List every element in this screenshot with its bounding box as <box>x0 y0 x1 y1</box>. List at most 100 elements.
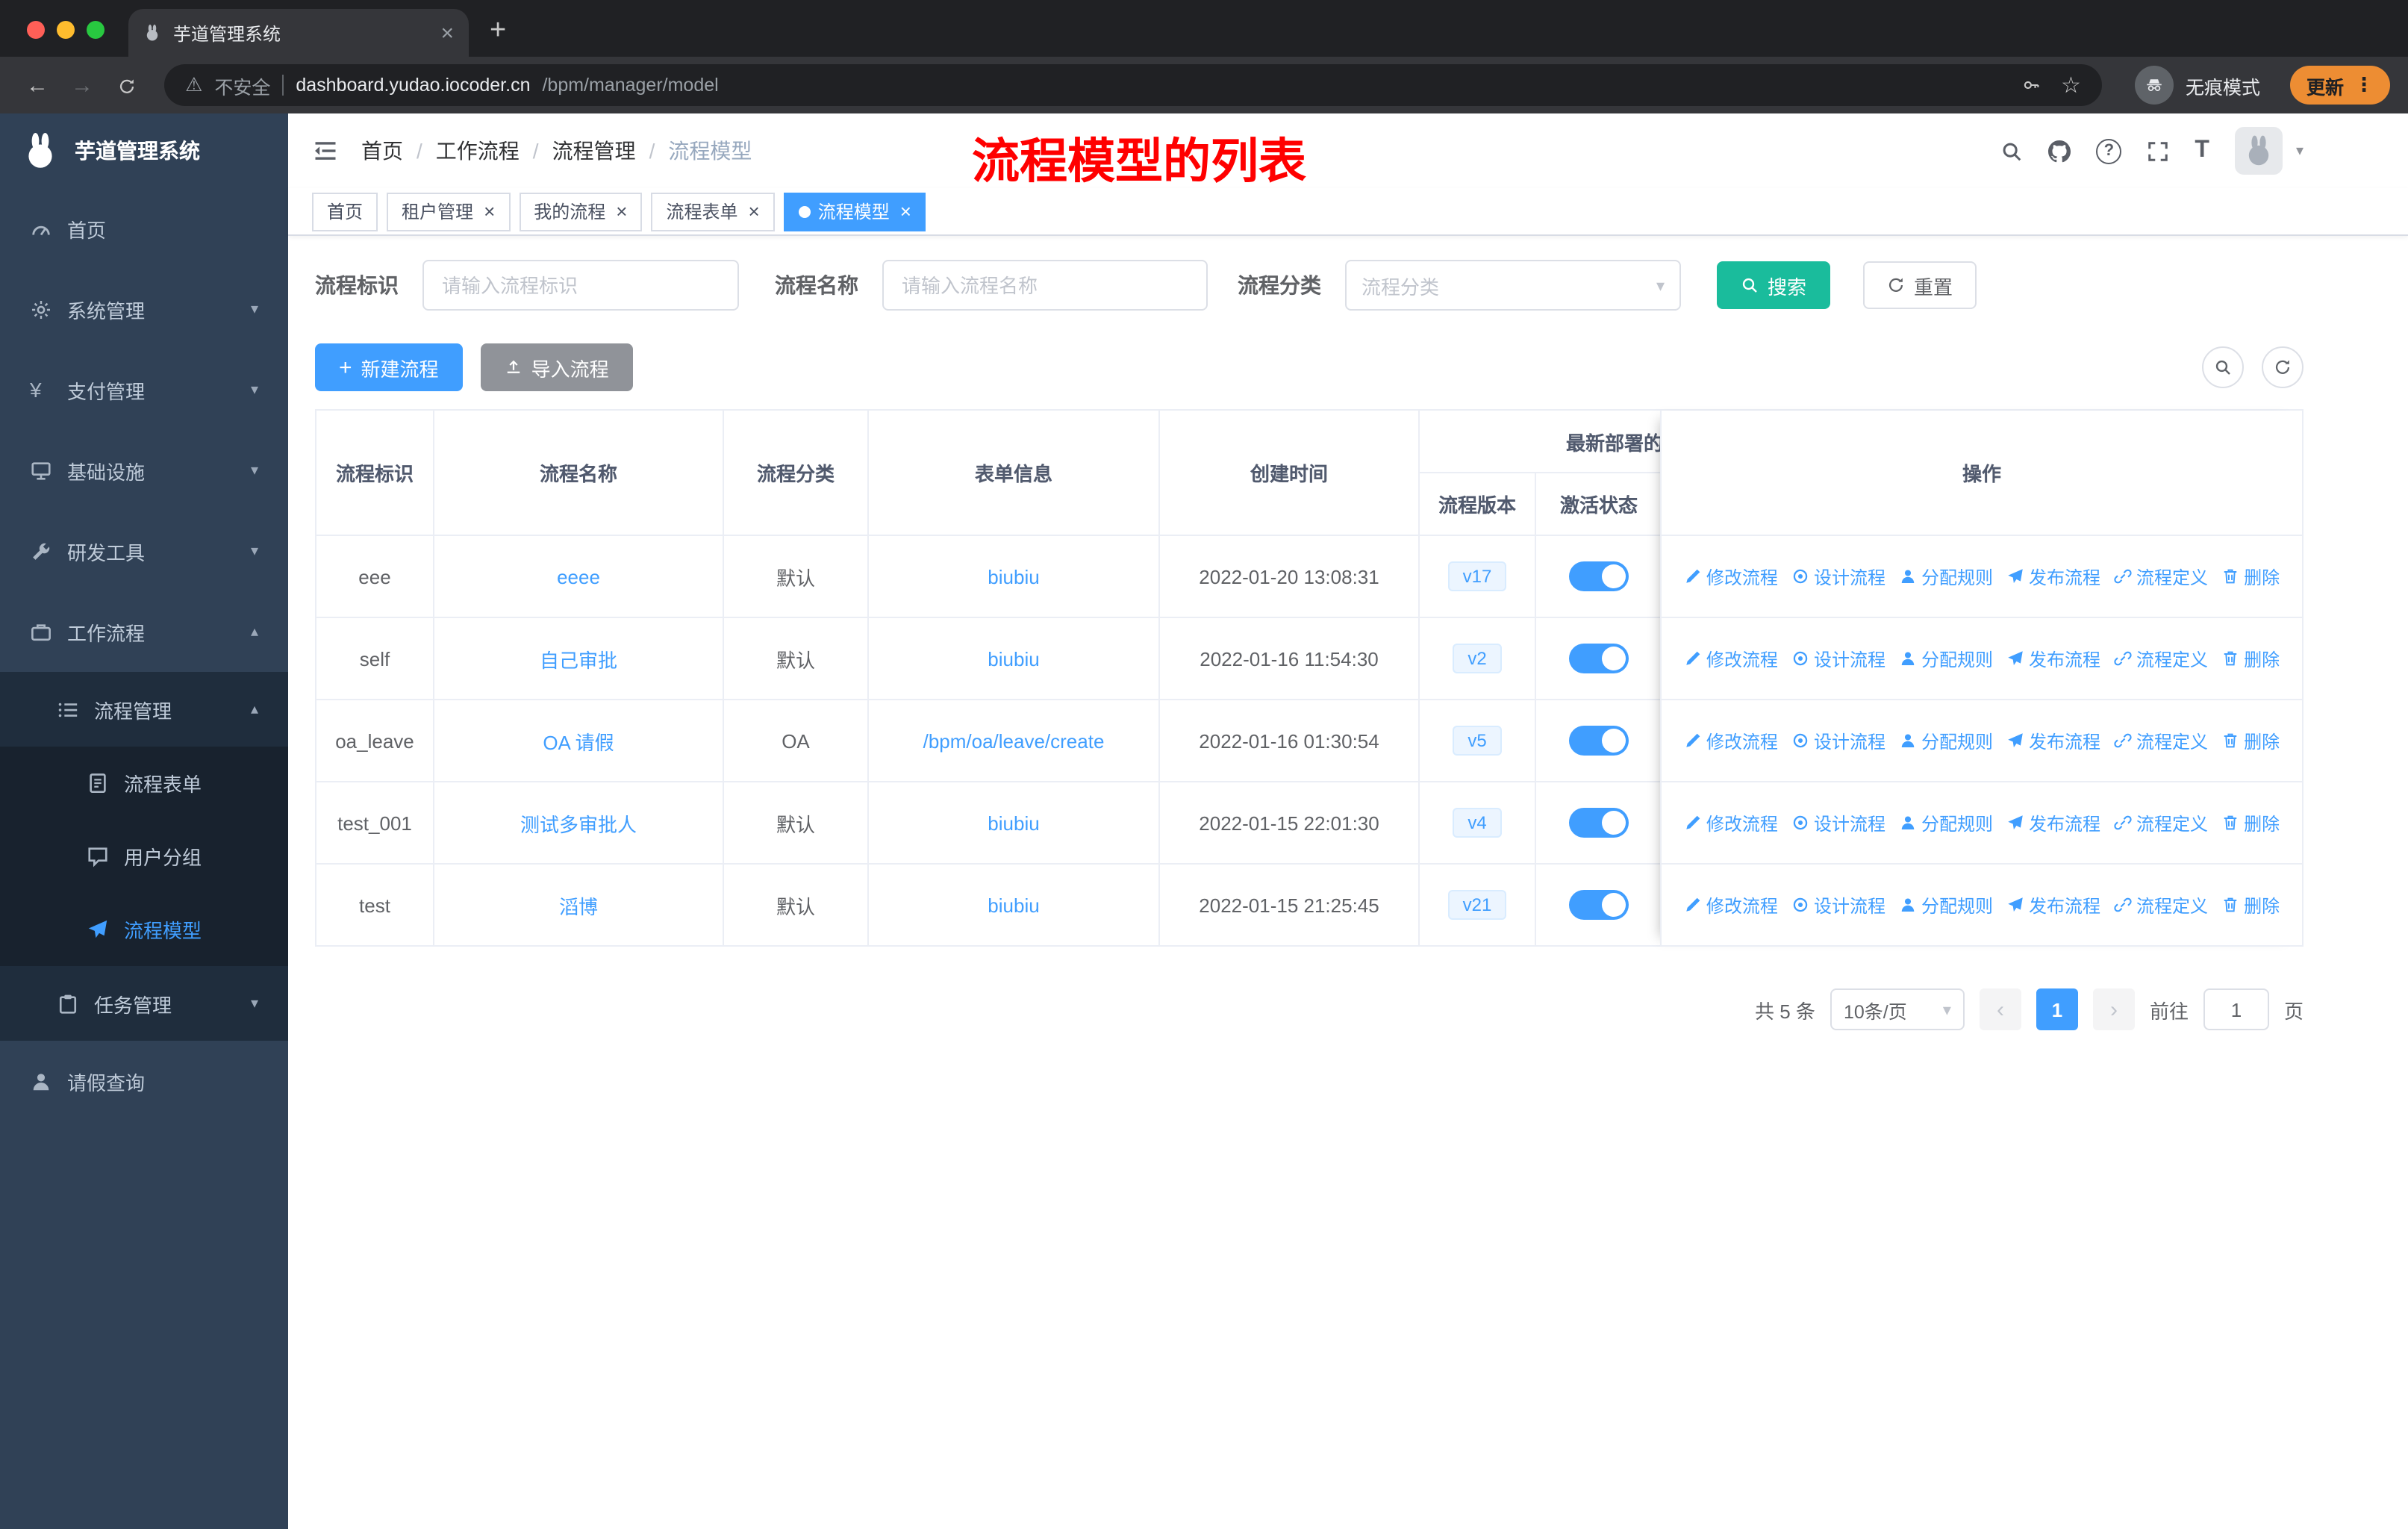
process-definition-action[interactable]: 流程定义 <box>2114 728 2208 753</box>
sidebar-logo[interactable]: 芋道管理系统 <box>0 113 288 188</box>
form-info-link[interactable]: /bpm/oa/leave/create <box>923 729 1105 752</box>
fullscreen-icon[interactable] <box>2147 140 2169 162</box>
security-label[interactable]: 不安全 <box>214 71 270 99</box>
reset-button[interactable]: 重置 <box>1863 261 1977 309</box>
modify-process-action[interactable]: 修改流程 <box>1684 892 1778 918</box>
tab-close-icon[interactable]: × <box>440 22 454 44</box>
assign-rule-action[interactable]: 分配规则 <box>1899 646 1993 671</box>
sidebar-item-payment[interactable]: ¥ 支付管理 ▾ <box>0 349 288 430</box>
prev-page-button[interactable]: ‹ <box>1979 988 2021 1030</box>
breadcrumb-process-mgmt[interactable]: 流程管理 <box>552 136 636 166</box>
publish-process-action[interactable]: 发布流程 <box>2006 728 2100 753</box>
sidebar-item-infra[interactable]: 基础设施 ▾ <box>0 430 288 511</box>
sidebar-fold-icon[interactable] <box>312 137 339 164</box>
close-icon[interactable]: × <box>900 202 911 221</box>
design-process-action[interactable]: 设计流程 <box>1791 810 1885 835</box>
refresh-table-button[interactable] <box>2262 346 2303 388</box>
reload-button[interactable] <box>107 74 146 96</box>
page-size-select[interactable]: 10条/页 ▾ <box>1830 988 1965 1030</box>
process-name-link[interactable]: 测试多审批人 <box>520 809 637 837</box>
tag-home[interactable]: 首页 <box>312 192 378 231</box>
design-process-action[interactable]: 设计流程 <box>1791 892 1885 918</box>
address-bar-input[interactable]: ⚠ 不安全 dashboard.yudao.iocoder.cn /bpm/ma… <box>164 64 2102 106</box>
active-toggle[interactable] <box>1569 561 1629 591</box>
form-info-link[interactable]: biubiu <box>988 647 1039 670</box>
process-definition-action[interactable]: 流程定义 <box>2114 810 2208 835</box>
sidebar-item-leave-query[interactable]: 请假查询 <box>0 1041 288 1121</box>
avatar[interactable] <box>2234 127 2283 175</box>
process-name-input[interactable] <box>882 260 1208 311</box>
active-toggle[interactable] <box>1569 890 1629 920</box>
page-number-1[interactable]: 1 <box>2036 988 2078 1030</box>
delete-action[interactable]: 删除 <box>2221 810 2280 835</box>
delete-action[interactable]: 删除 <box>2221 892 2280 918</box>
form-info-link[interactable]: biubiu <box>988 565 1039 588</box>
process-definition-action[interactable]: 流程定义 <box>2114 564 2208 589</box>
goto-page-input[interactable] <box>2203 988 2269 1030</box>
active-toggle[interactable] <box>1569 808 1629 838</box>
active-toggle[interactable] <box>1569 644 1629 673</box>
close-icon[interactable]: × <box>484 202 495 221</box>
tag-my-process[interactable]: 我的流程 × <box>519 192 643 231</box>
help-icon[interactable]: ? <box>2096 138 2122 164</box>
publish-process-action[interactable]: 发布流程 <box>2006 892 2100 918</box>
avatar-caret-icon[interactable]: ▾ <box>2296 143 2303 159</box>
sidebar-item-workflow[interactable]: 工作流程 ▴ <box>0 591 288 672</box>
close-icon[interactable]: × <box>616 202 627 221</box>
modify-process-action[interactable]: 修改流程 <box>1684 646 1778 671</box>
delete-action[interactable]: 删除 <box>2221 646 2280 671</box>
modify-process-action[interactable]: 修改流程 <box>1684 564 1778 589</box>
sidebar-item-system[interactable]: 系统管理 ▾ <box>0 269 288 349</box>
breadcrumb-workflow[interactable]: 工作流程 <box>436 136 520 166</box>
tag-process-form[interactable]: 流程表单 × <box>651 192 775 231</box>
process-id-input[interactable] <box>422 260 739 311</box>
process-name-link[interactable]: OA 请假 <box>543 726 614 755</box>
assign-rule-action[interactable]: 分配规则 <box>1899 728 1993 753</box>
assign-rule-action[interactable]: 分配规则 <box>1899 810 1993 835</box>
github-icon[interactable] <box>2048 140 2071 162</box>
category-select[interactable]: 流程分类 ▾ <box>1345 260 1681 311</box>
new-tab-button[interactable]: + <box>490 16 506 45</box>
close-icon[interactable]: × <box>749 202 760 221</box>
window-minimize-button[interactable] <box>57 21 75 39</box>
bookmark-star-icon[interactable]: ☆ <box>2061 72 2081 99</box>
window-zoom-button[interactable] <box>87 21 105 39</box>
chrome-update-button[interactable]: 更新 ⋮ <box>2289 66 2390 105</box>
font-size-icon[interactable]: T <box>2195 137 2209 164</box>
active-toggle[interactable] <box>1569 726 1629 756</box>
forward-button[interactable]: → <box>63 74 102 96</box>
sidebar-item-process-form[interactable]: 流程表单 <box>0 747 288 820</box>
window-close-button[interactable] <box>27 21 45 39</box>
breadcrumb-home[interactable]: 首页 <box>361 136 403 166</box>
process-name-link[interactable]: eeee <box>557 565 600 588</box>
process-name-link[interactable]: 自己审批 <box>540 644 617 673</box>
tag-process-model[interactable]: 流程模型 × <box>783 192 926 231</box>
process-name-link[interactable]: 滔博 <box>559 891 598 919</box>
form-info-link[interactable]: biubiu <box>988 894 1039 916</box>
toggle-search-button[interactable] <box>2202 346 2244 388</box>
publish-process-action[interactable]: 发布流程 <box>2006 646 2100 671</box>
delete-action[interactable]: 删除 <box>2221 564 2280 589</box>
form-info-link[interactable]: biubiu <box>988 812 1039 834</box>
browser-tab[interactable]: 芋道管理系统 × <box>128 9 469 57</box>
next-page-button[interactable]: › <box>2092 988 2135 1030</box>
publish-process-action[interactable]: 发布流程 <box>2006 564 2100 589</box>
design-process-action[interactable]: 设计流程 <box>1791 646 1885 671</box>
search-icon[interactable] <box>2000 140 2023 162</box>
delete-action[interactable]: 删除 <box>2221 728 2280 753</box>
publish-process-action[interactable]: 发布流程 <box>2006 810 2100 835</box>
process-definition-action[interactable]: 流程定义 <box>2114 892 2208 918</box>
tag-tenant[interactable]: 租户管理 × <box>387 192 511 231</box>
design-process-action[interactable]: 设计流程 <box>1791 728 1885 753</box>
sidebar-item-process-mgmt[interactable]: 流程管理 ▴ <box>0 672 288 747</box>
sidebar-item-home[interactable]: 首页 <box>0 188 288 269</box>
sidebar-item-process-model[interactable]: 流程模型 <box>0 893 288 966</box>
search-button[interactable]: 搜索 <box>1717 261 1831 309</box>
modify-process-action[interactable]: 修改流程 <box>1684 728 1778 753</box>
assign-rule-action[interactable]: 分配规则 <box>1899 892 1993 918</box>
browser-menu-icon[interactable]: ⋮ <box>2354 73 2374 97</box>
sidebar-item-user-group[interactable]: 用户分组 <box>0 820 288 893</box>
sidebar-item-task-mgmt[interactable]: 任务管理 ▾ <box>0 966 288 1041</box>
password-key-icon[interactable] <box>2022 76 2040 94</box>
sidebar-item-devtools[interactable]: 研发工具 ▾ <box>0 511 288 591</box>
